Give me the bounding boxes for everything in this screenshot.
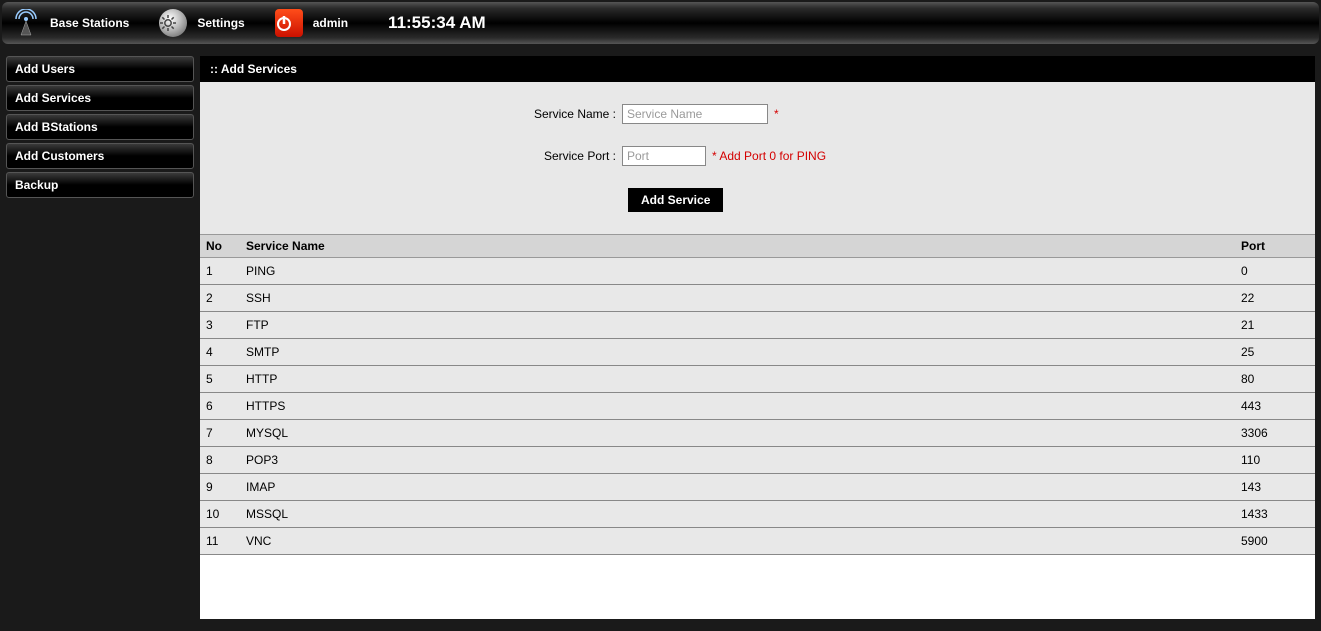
table-row: 7MYSQL3306	[200, 420, 1315, 447]
cell-no: 1	[200, 258, 240, 285]
sidebar-item-backup[interactable]: Backup	[6, 172, 194, 198]
add-service-button[interactable]: Add Service	[628, 188, 723, 212]
service-port-label: Service Port :	[212, 149, 622, 163]
cell-name: VNC	[240, 528, 1235, 555]
table-row: 1PING0	[200, 258, 1315, 285]
nav-admin-label: admin	[313, 16, 348, 30]
panel-title: :: Add Services	[200, 56, 1315, 82]
required-marker: *	[774, 107, 779, 121]
table-row: 5HTTP80	[200, 366, 1315, 393]
cell-name: PING	[240, 258, 1235, 285]
table-row: 8POP3110	[200, 447, 1315, 474]
table-row: 6HTTPS443	[200, 393, 1315, 420]
cell-name: HTTPS	[240, 393, 1235, 420]
clock: 11:55:34 AM	[388, 13, 486, 33]
gear-icon	[159, 9, 187, 37]
nav-base-stations[interactable]: Base Stations	[12, 9, 129, 37]
cell-no: 8	[200, 447, 240, 474]
power-icon	[275, 9, 303, 37]
cell-name: FTP	[240, 312, 1235, 339]
antenna-icon	[12, 9, 40, 37]
cell-port: 143	[1235, 474, 1315, 501]
sidebar-item-add-bstations[interactable]: Add BStations	[6, 114, 194, 140]
sidebar-item-add-services[interactable]: Add Services	[6, 85, 194, 111]
cell-name: IMAP	[240, 474, 1235, 501]
cell-port: 5900	[1235, 528, 1315, 555]
cell-no: 9	[200, 474, 240, 501]
cell-name: HTTP	[240, 366, 1235, 393]
cell-port: 110	[1235, 447, 1315, 474]
sidebar-item-label: Backup	[15, 178, 58, 192]
service-name-input[interactable]	[622, 104, 768, 124]
nav-base-stations-label: Base Stations	[50, 16, 129, 30]
cell-port: 0	[1235, 258, 1315, 285]
sidebar: Add Users Add Services Add BStations Add…	[0, 46, 200, 629]
sidebar-item-label: Add Customers	[15, 149, 104, 163]
table-row: 3FTP21	[200, 312, 1315, 339]
cell-no: 11	[200, 528, 240, 555]
top-bar: Base Stations Settings admin 11:55:34	[2, 2, 1319, 44]
nav-settings-label: Settings	[197, 16, 244, 30]
cell-port: 25	[1235, 339, 1315, 366]
cell-no: 5	[200, 366, 240, 393]
table-row: 10MSSQL1433	[200, 501, 1315, 528]
cell-port: 21	[1235, 312, 1315, 339]
table-row: 4SMTP25	[200, 339, 1315, 366]
cell-no: 7	[200, 420, 240, 447]
cell-no: 2	[200, 285, 240, 312]
cell-name: SMTP	[240, 339, 1235, 366]
cell-port: 80	[1235, 366, 1315, 393]
form-area: Service Name : * Service Port : * Add Po…	[200, 82, 1315, 234]
table-row: 11VNC5900	[200, 528, 1315, 555]
sidebar-item-label: Add Services	[15, 91, 91, 105]
main-content: :: Add Services Service Name : * Service…	[200, 56, 1315, 619]
port-hint: * Add Port 0 for PING	[712, 149, 826, 163]
sidebar-item-add-users[interactable]: Add Users	[6, 56, 194, 82]
cell-name: SSH	[240, 285, 1235, 312]
service-port-input[interactable]	[622, 146, 706, 166]
table-row: 2SSH22	[200, 285, 1315, 312]
cell-no: 6	[200, 393, 240, 420]
col-header-no: No	[200, 235, 240, 258]
services-table: No Service Name Port 1PING02SSH223FTP214…	[200, 234, 1315, 555]
col-header-port: Port	[1235, 235, 1315, 258]
nav-admin[interactable]: admin	[275, 9, 348, 37]
cell-port: 3306	[1235, 420, 1315, 447]
service-name-label: Service Name :	[212, 107, 622, 121]
sidebar-item-label: Add Users	[15, 62, 75, 76]
cell-name: POP3	[240, 447, 1235, 474]
cell-name: MYSQL	[240, 420, 1235, 447]
cell-no: 10	[200, 501, 240, 528]
cell-no: 4	[200, 339, 240, 366]
sidebar-item-add-customers[interactable]: Add Customers	[6, 143, 194, 169]
col-header-name: Service Name	[240, 235, 1235, 258]
cell-port: 443	[1235, 393, 1315, 420]
sidebar-item-label: Add BStations	[15, 120, 98, 134]
cell-no: 3	[200, 312, 240, 339]
cell-port: 22	[1235, 285, 1315, 312]
cell-port: 1433	[1235, 501, 1315, 528]
nav-settings[interactable]: Settings	[159, 9, 244, 37]
table-row: 9IMAP143	[200, 474, 1315, 501]
cell-name: MSSQL	[240, 501, 1235, 528]
